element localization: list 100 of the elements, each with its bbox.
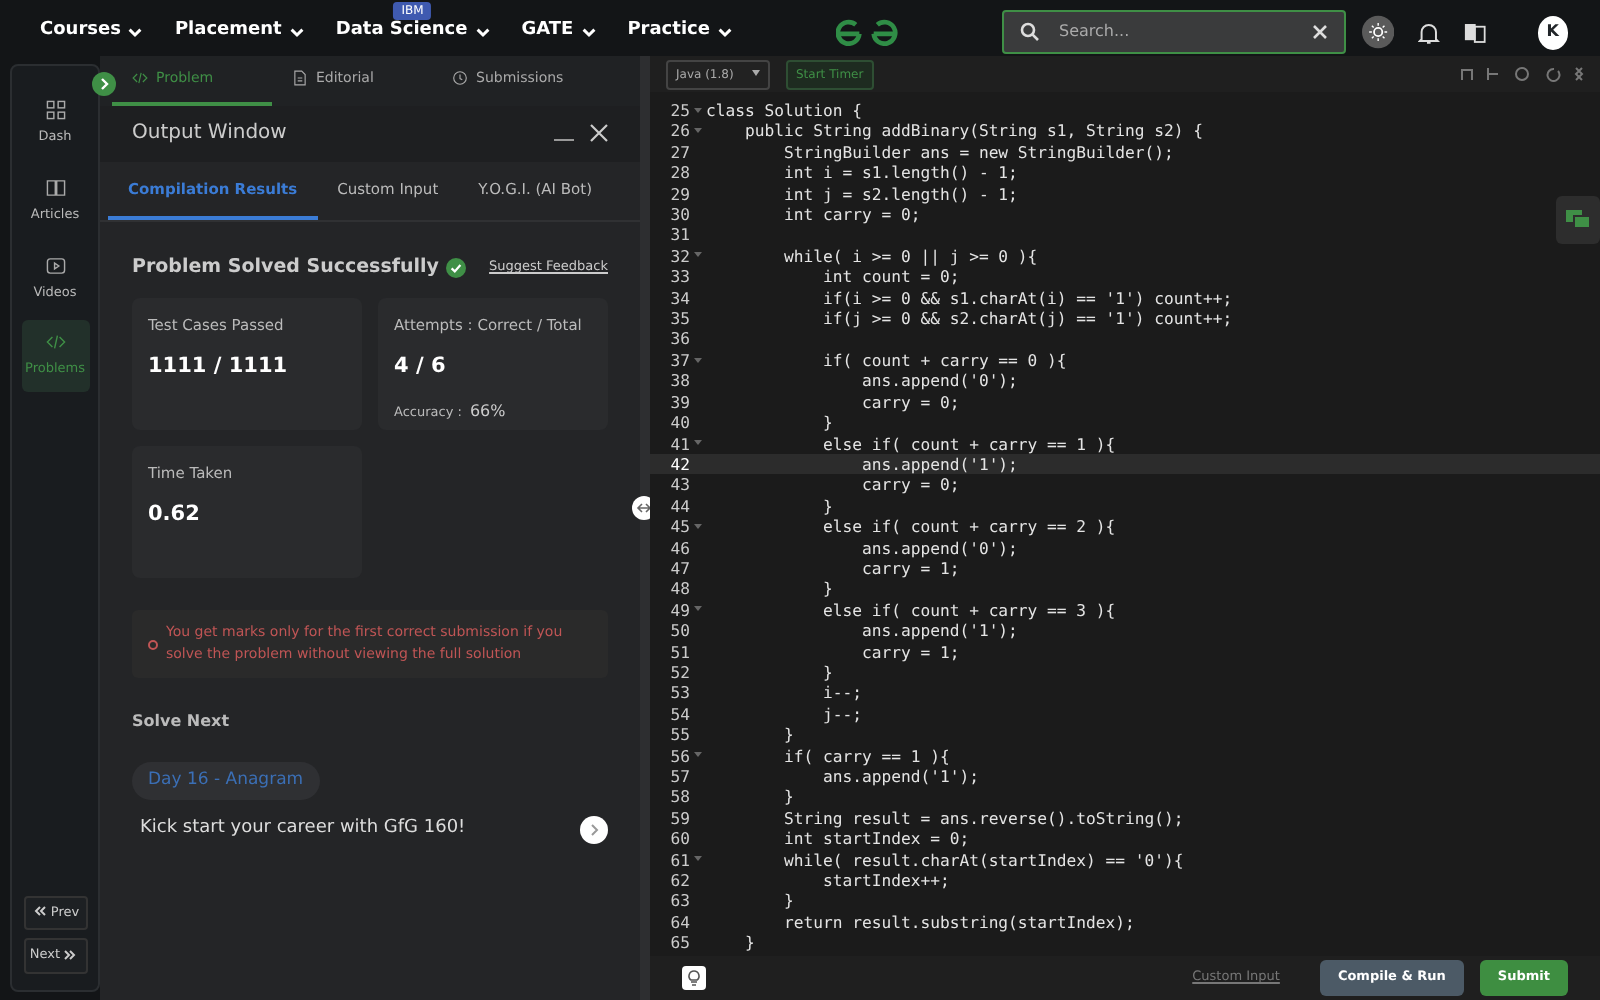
stat-value: 66% [469,400,506,424]
line-number: 34 [668,287,692,309]
caret-icon [717,27,732,37]
caret-icon[interactable] [752,69,760,75]
search-field[interactable]: Search... [1001,10,1346,54]
line-number: 50 [668,620,692,642]
caret-icon [475,27,490,37]
nav-menu-item[interactable]: Courses [40,18,143,46]
nav-menu-item[interactable]: Placement [174,18,304,46]
nav-menu-item[interactable]: GATE [521,18,596,46]
chevron-right-icon[interactable] [92,72,116,96]
code-line: ans.append('1'); [859,453,1018,475]
line-number: 62 [668,870,692,891]
close-icon[interactable] [1312,24,1328,40]
fold-icon[interactable] [694,355,702,363]
line-number: 31 [668,224,692,246]
search-icon [1019,22,1040,42]
code-line: ans.append('1'); [859,620,1020,642]
code-line: } [781,786,796,808]
code-line: i--; [820,682,864,704]
code-line: } [820,578,835,600]
logo-icon[interactable] [835,18,898,46]
close-icon[interactable] [590,124,608,142]
line-number: 47 [668,557,692,579]
code-line: while( result.charAt(startIndex) == '0'){ [781,849,1186,871]
code-line: return result.substring(startIndex); [781,911,1137,933]
avatar[interactable]: K [1537,15,1568,49]
book-icon [45,177,65,198]
line-number: 45 [668,516,692,538]
document-icon [292,70,308,87]
code-line: int startIndex = 0; [781,828,972,850]
line-number: 61 [668,849,692,871]
line-number: 54 [668,703,692,725]
code-line: } [781,724,796,746]
line-number: 64 [668,911,692,933]
code-line: int carry = 0; [781,204,923,225]
chat-icon[interactable] [1556,196,1600,244]
nav-menu-item[interactable]: Practice [627,18,732,46]
line-number: 28 [668,162,692,184]
code-icon [132,70,148,87]
code-line: if(j >= 0 && s2.charAt(j) == '1') count++; [820,308,1235,329]
code-line: int j = s2.length() - 1; [781,183,1020,205]
code-line: if( count + carry == 0 ){ [820,349,1069,371]
code-line: else if( count + carry == 2 ){ [820,516,1118,538]
code-line: carry = 0; [859,474,962,496]
video-icon [45,255,65,275]
line-number: 65 [668,932,692,954]
toolbar-icons-drawing[interactable] [1460,66,1584,82]
code-line: } [742,932,757,954]
code-line: carry = 1; [859,641,962,662]
code-line: } [820,412,835,433]
theme-toggle-icon[interactable] [1362,14,1395,50]
promo-text: Kick start your career with GfG 160! [140,816,466,843]
code-line: while( i >= 0 || j >= 0 ){ [781,245,1040,267]
line-number: 46 [668,537,692,558]
double-chevron-icon [64,949,77,960]
nav-menu-item[interactable]: Data Science [335,18,490,46]
stat-value: 1111 / 1111 [148,352,290,383]
caret-icon [581,27,596,37]
line-number: 35 [668,308,692,329]
chevron-right-icon[interactable] [580,816,608,845]
code-line: } [781,890,796,912]
line-number: 29 [668,183,692,205]
success-heading: Problem Solved Successfully [132,253,439,282]
line-number: 40 [668,412,692,433]
line-number: 49 [668,599,692,621]
translate-icon[interactable] [1463,21,1486,43]
info-icon [148,639,158,650]
line-number: 38 [668,370,692,392]
code-line: StringBuilder ans = new StringBuilder(); [781,141,1176,163]
lightbulb-icon[interactable] [682,966,706,990]
code-line: else if( count + carry == 3 ){ [820,599,1118,621]
code-line: startIndex++; [820,870,952,891]
stat-value: 0.62 [148,500,202,531]
code-line: } [820,661,835,683]
line-number: 44 [668,495,692,517]
line-number: 59 [668,807,692,829]
line-number: 37 [668,349,692,371]
code-line: carry = 1; [859,557,960,579]
line-number: 52 [668,661,692,683]
line-number: 42 [668,453,692,475]
code-line: ans.append('0'); [859,537,1020,558]
line-number: 56 [668,745,692,766]
clock-icon [452,70,468,87]
line-number: 58 [668,786,692,808]
line-number: 60 [668,828,692,850]
line-number: 51 [668,641,692,662]
line-number: 48 [668,578,692,600]
window-title: Output Window [132,120,287,148]
bell-icon[interactable] [1418,19,1440,45]
line-number: 30 [668,204,692,225]
caret-icon [289,27,304,37]
search-input: Search... [1055,18,1296,46]
check-icon [446,257,467,278]
line-number: 36 [668,328,692,350]
code-icon [45,332,65,353]
line-number: 43 [668,474,692,496]
line-number: 33 [668,266,692,288]
code-line: if( carry == 1 ){ [781,745,952,766]
code-line: if(i >= 0 && s1.charAt(i) == '1') count++; [820,287,1235,309]
